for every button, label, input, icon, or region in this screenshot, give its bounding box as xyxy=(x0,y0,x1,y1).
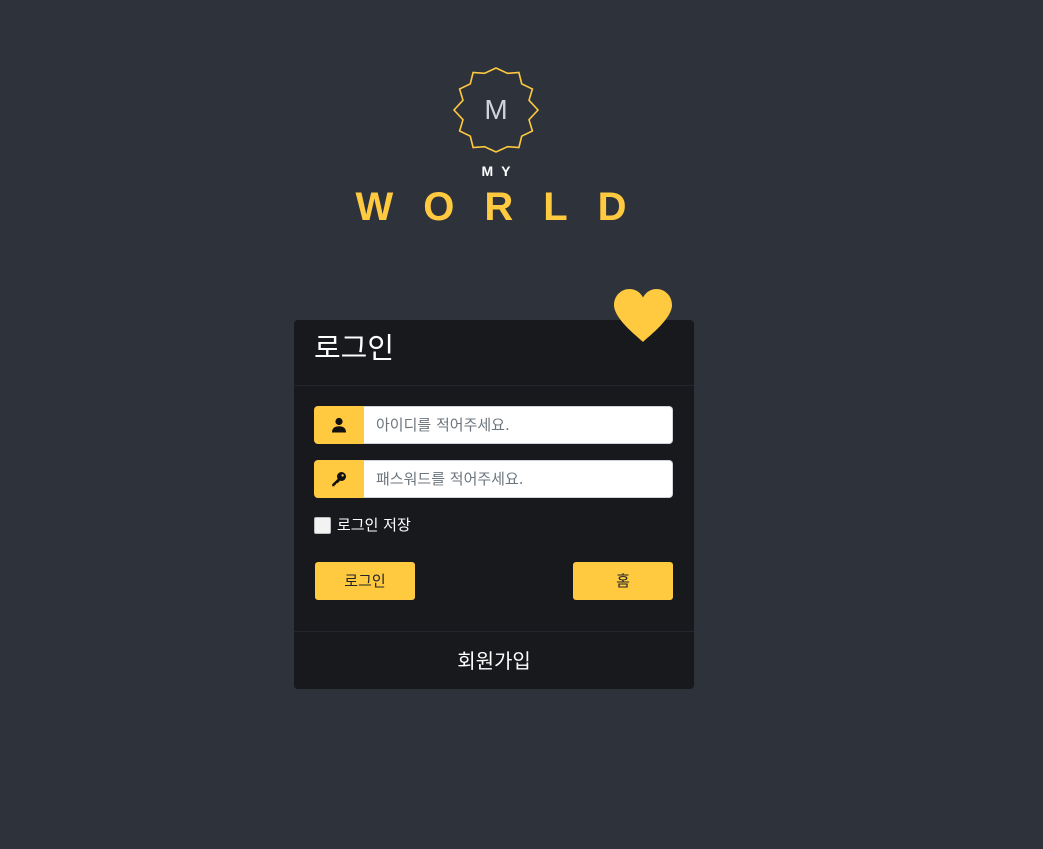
remember-login-label: 로그인 저장 xyxy=(337,516,411,534)
login-title: 로그인 xyxy=(314,331,395,365)
username-input-group xyxy=(314,406,673,444)
username-addon xyxy=(314,406,364,444)
login-card-footer: 회원가입 xyxy=(294,631,694,689)
heart-icon xyxy=(614,289,672,342)
login-card: 로그인 로그인 저장 xyxy=(294,320,694,689)
remember-login-checkbox[interactable] xyxy=(314,516,331,534)
login-page: M MY WORLD 로그인 아이디를 적어주세요. 로그인 저장 로그인 홈 … xyxy=(0,0,1043,849)
password-addon xyxy=(314,460,364,498)
password-input[interactable] xyxy=(364,460,673,498)
brand-logo: M MY WORLD xyxy=(0,0,1043,240)
key-icon xyxy=(332,472,346,487)
home-button[interactable]: 홈 xyxy=(573,562,673,600)
signup-link[interactable]: 회원가입 xyxy=(457,648,531,674)
login-button[interactable]: 로그인 xyxy=(315,562,415,600)
password-input-group xyxy=(314,460,673,498)
remember-login[interactable]: 로그인 저장 xyxy=(314,515,411,535)
logo-text-world: WORLD xyxy=(355,185,657,229)
logo-badge-letter: M xyxy=(484,94,508,125)
logo-text-my: MY xyxy=(481,163,519,179)
user-icon xyxy=(332,417,346,433)
username-input[interactable] xyxy=(364,406,673,444)
